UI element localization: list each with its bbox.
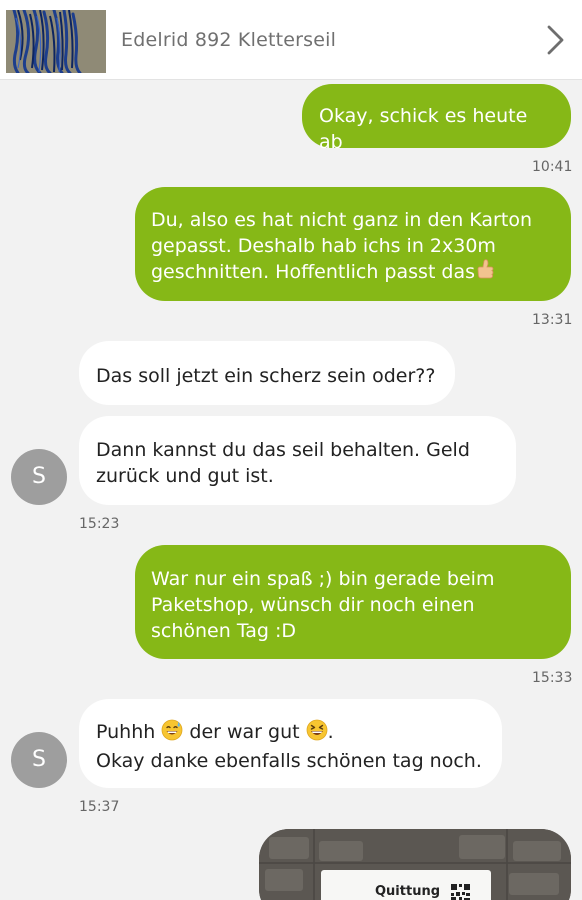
sweat-smile-emoji [161,719,183,748]
message-text: Dann kannst du das seil behalten. Geld [96,439,470,461]
sender-avatar[interactable]: S [11,449,67,505]
message-timestamp: 10:41 [532,159,573,175]
incoming-message[interactable]: Dann kannst du das seil behalten. Geld z… [79,416,516,505]
message-timestamp: 15:37 [79,799,120,815]
message-text: Okay, schick es heute ab [319,105,528,153]
outgoing-image-message[interactable]: Quittung [259,829,571,900]
receipt-caption: Quittung [375,884,441,899]
message-text: Du, also es hat nicht ganz in den Karton [151,209,532,231]
incoming-message[interactable]: Puhhh der war gut . Okay danke ebenfalls… [79,699,502,788]
message-text: gepasst. Deshalb hab ichs in 2x30m [151,235,496,257]
message-text: War nur ein spaß ;) bin gerade beim [151,568,495,590]
outgoing-message[interactable]: Du, also es hat nicht ganz in den Karton… [135,187,571,301]
message-timestamp: 15:23 [79,516,120,532]
message-timestamp: 15:33 [532,670,573,686]
message-text: Das soll jetzt ein scherz sein oder?? [96,365,436,387]
message-text: geschnitten. Hoffentlich passt das [151,261,476,283]
chat-header: Edelrid 892 Kletterseil [0,0,582,80]
outgoing-message[interactable]: Okay, schick es heute ab [302,84,571,153]
message-text: Okay danke ebenfalls schönen tag noch. [96,750,482,772]
product-thumbnail[interactable] [6,10,106,73]
outgoing-message[interactable]: War nur ein spaß ;) bin gerade beim Pake… [135,545,571,659]
listing-title[interactable]: Edelrid 892 Kletterseil [121,29,336,51]
incoming-message[interactable]: Das soll jetzt ein scherz sein oder?? [79,341,455,405]
receipt-paper: Quittung [321,870,491,900]
message-text: Paketshop, wünsch dir noch einen [151,594,475,616]
message-text: . [327,721,334,743]
sender-avatar[interactable]: S [11,732,67,788]
chevron-right-icon[interactable] [544,22,568,58]
grinning-squint-emoji [306,719,328,748]
message-timestamp: 13:31 [532,312,573,328]
thumbs-up-emoji [475,259,495,288]
message-text: zurück und gut ist. [96,465,274,487]
message-text: der war gut [189,721,300,743]
message-text: Puhhh [96,721,156,743]
message-text: schönen Tag :D [151,620,297,642]
qr-code-icon [451,884,470,900]
